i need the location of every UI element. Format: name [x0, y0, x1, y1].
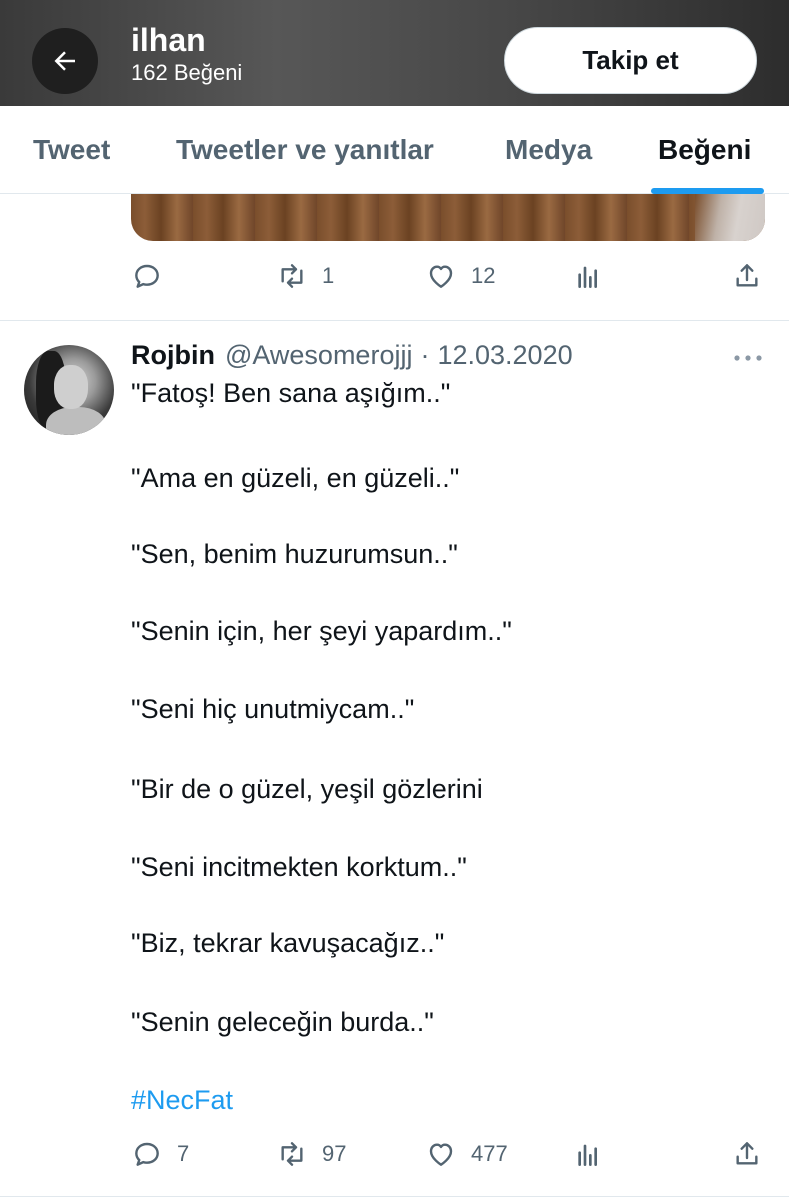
- previous-tweet-actions: 1 12: [131, 256, 765, 296]
- profile-tabs: Tweet Tweetler ve yanıtlar Medya Beğeni: [0, 106, 789, 194]
- reply-icon: [135, 264, 159, 288]
- analytics-icon: [578, 1144, 597, 1166]
- profile-likes-count: 162 Beğeni: [131, 60, 243, 85]
- author-handle[interactable]: @Awesomerojjj: [225, 340, 412, 371]
- tweet-line: "Biz, tekrar kavuşacağız..": [131, 928, 445, 958]
- previous-tweet-media[interactable]: [131, 194, 765, 241]
- like-button[interactable]: 477: [425, 1134, 508, 1174]
- tab-tweets[interactable]: Tweet: [33, 106, 110, 194]
- like-count: 12: [471, 263, 496, 288]
- tweet-divider: [0, 320, 789, 321]
- separator-dot: ·: [420, 340, 430, 370]
- back-button[interactable]: [32, 28, 98, 94]
- tweet-divider: [0, 1196, 789, 1197]
- tweet-actions: 7 97 477: [131, 1134, 765, 1174]
- reply-icon: [135, 1142, 159, 1166]
- retweet-count: 97: [322, 1141, 347, 1166]
- hashtag-link[interactable]: #NecFat: [131, 1085, 233, 1116]
- retweet-button[interactable]: 1: [276, 256, 334, 296]
- retweet-icon: [281, 264, 303, 288]
- share-button[interactable]: [731, 256, 763, 296]
- share-button[interactable]: [731, 1134, 763, 1174]
- analytics-button[interactable]: [573, 1134, 605, 1174]
- tweet-header: Rojbin @Awesomerojjj · 12.03.2020: [131, 340, 573, 376]
- reply-count: 7: [177, 1141, 190, 1166]
- heart-icon: [429, 265, 453, 288]
- reply-button[interactable]: 7: [131, 1134, 189, 1174]
- more-icon[interactable]: [730, 346, 766, 370]
- reply-button[interactable]: [131, 256, 163, 296]
- retweet-count: 1: [322, 263, 335, 288]
- tweet-date[interactable]: 12.03.2020: [437, 340, 572, 371]
- tab-media[interactable]: Medya: [505, 106, 592, 194]
- arrow-left-icon: [54, 51, 75, 71]
- follow-button[interactable]: Takip et: [504, 27, 757, 94]
- analytics-button[interactable]: [573, 256, 605, 296]
- share-icon: [736, 1142, 758, 1165]
- tweet-line: "Fatoş! Ben sana aşığım..": [131, 378, 451, 408]
- profile-name: ilhan: [131, 22, 206, 58]
- tweet-line: "Ama en güzeli, en güzeli..": [131, 463, 460, 493]
- heart-icon: [429, 1143, 453, 1166]
- like-button[interactable]: 12: [425, 256, 495, 296]
- tweet-line: "Senin geleceğin burda..": [131, 1007, 434, 1037]
- tweet-line: "Bir de o güzel, yeşil gözlerini: [131, 774, 483, 804]
- analytics-icon: [578, 266, 597, 288]
- tweet-line: "Seni incitmekten korktum..": [131, 852, 467, 882]
- retweet-button[interactable]: 97: [276, 1134, 346, 1174]
- retweet-icon: [281, 1142, 303, 1166]
- tweet-line: "Senin için, her şeyi yapardım..": [131, 616, 512, 646]
- tweet-line: "Seni hiç unutmiycam..": [131, 694, 415, 724]
- like-count: 477: [471, 1141, 508, 1166]
- tab-tweets-and-replies[interactable]: Tweetler ve yanıtlar: [176, 106, 434, 194]
- avatar[interactable]: [24, 345, 114, 435]
- author-name[interactable]: Rojbin: [131, 340, 215, 371]
- share-icon: [736, 264, 758, 287]
- tweet-line: "Sen, benim huzurumsun..": [131, 539, 458, 569]
- tab-likes[interactable]: Beğeni: [658, 106, 751, 194]
- profile-header: ilhan 162 Beğeni Takip et: [0, 0, 789, 106]
